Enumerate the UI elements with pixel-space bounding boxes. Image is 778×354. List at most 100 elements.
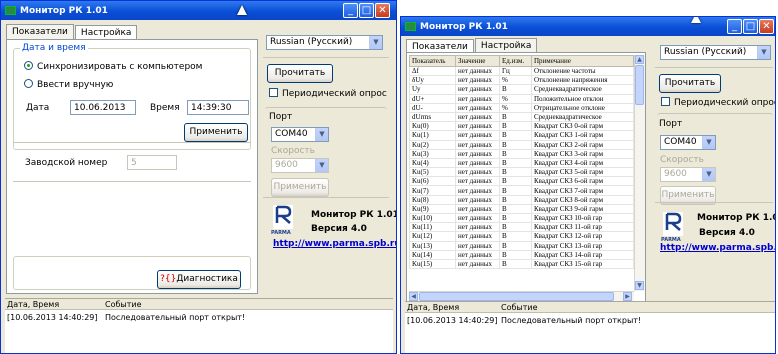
- table-scrollbar[interactable]: ▲ ▼: [634, 55, 645, 291]
- read-button[interactable]: Прочитать: [267, 64, 333, 83]
- table-row[interactable]: Ku(5) нет данных В Квадрат СКЗ 5-ой гарм: [409, 167, 634, 178]
- close-icon[interactable]: ✕: [759, 19, 774, 34]
- time-label: Время: [150, 103, 180, 113]
- event-log: Дата, Время Событие [10.06.2013 14:40:29…: [405, 301, 775, 353]
- table-row[interactable]: δUy нет данных% Отклонение напряжения: [409, 75, 634, 86]
- log-col-time[interactable]: Дата, Время: [7, 300, 59, 309]
- scroll-up-icon[interactable]: ▲: [635, 55, 644, 64]
- chevron-down-icon[interactable]: ▼: [702, 136, 715, 149]
- h-scroll-thumb[interactable]: [419, 292, 614, 301]
- table-cell: Ед.изм.: [499, 55, 532, 67]
- periodic-poll-checkbox[interactable]: Периодический опрос: [269, 88, 387, 99]
- chevron-down-icon[interactable]: ▼: [315, 128, 328, 141]
- maximize-icon[interactable]: □: [743, 19, 758, 34]
- table-row[interactable]: Ku(10) нет данных В Квадрат СКЗ 10-ой гар: [409, 212, 634, 224]
- radio-manual[interactable]: Ввести вручную: [24, 79, 113, 90]
- table-cell: Положительное отклон: [531, 93, 634, 104]
- website-link[interactable]: http://www.parma.spb.ru: [660, 243, 775, 253]
- table-row[interactable]: Ku(8) нет данных В Квадрат СКЗ 8-ой гарм: [409, 194, 634, 205]
- log-col-event[interactable]: Событие: [105, 300, 142, 309]
- table-cell: Ku(13): [409, 240, 456, 251]
- language-select[interactable]: Russian (Русский) ▼: [266, 35, 383, 50]
- time-field[interactable]: 14:39:30: [187, 100, 249, 115]
- close-icon[interactable]: ✕: [375, 3, 390, 18]
- date-field[interactable]: 10.06.2013: [70, 100, 136, 115]
- table-cell: Δf: [409, 65, 456, 77]
- apply-datetime-button[interactable]: Применить: [184, 123, 248, 142]
- table-cell: В: [499, 157, 532, 169]
- table-row[interactable]: Ku(15) нет данных В Квадрат СКЗ 15-ой гар: [409, 258, 634, 270]
- table-cell: В: [499, 194, 532, 205]
- table-row[interactable]: Ku(4) нет данных В Квадрат СКЗ 4-ой гарм: [409, 157, 634, 169]
- table-row[interactable]: Ku(11) нет данных В Квадрат СКЗ 11-ой гар: [409, 222, 634, 233]
- chevron-down-icon[interactable]: ▼: [315, 159, 328, 172]
- table-row[interactable]: Ku(6) нет данных В Квадрат СКЗ 6-ой гарм: [409, 176, 634, 187]
- table-header-row[interactable]: Показатель Значение Ед.изм. Примечание: [409, 55, 634, 67]
- table-cell: нет данных: [455, 111, 500, 123]
- table-row[interactable]: dU-нет данных% Отрицательное отклоне: [409, 102, 634, 113]
- table-row[interactable]: Ku(9) нет данных В Квадрат СКЗ 9-ой гарм: [409, 203, 634, 215]
- table-cell: нет данных: [455, 167, 500, 178]
- horizontal-scrollbar[interactable]: ◀ ▶: [409, 291, 634, 301]
- port-select[interactable]: COM40 ▼: [660, 135, 716, 150]
- periodic-poll-checkbox[interactable]: Периодический опрос: [661, 97, 775, 108]
- radio-checked-icon: [24, 61, 33, 70]
- table-row[interactable]: Ku(14) нет данных В Квадрат СКЗ 14-ой гар: [409, 249, 634, 260]
- left-titlebar[interactable]: Монитор РК 1.01: [1, 1, 396, 20]
- diagnostics-button[interactable]: ?{}Диагностика: [157, 270, 241, 289]
- table-row[interactable]: Uy нет данных В Среднеквадратическое: [409, 84, 634, 95]
- minimize-icon[interactable]: _: [343, 3, 358, 18]
- table-cell: Квадрат СКЗ 14-ой гар: [531, 249, 634, 260]
- table-cell: В: [499, 185, 532, 196]
- speed-select[interactable]: 9600 ▼: [271, 158, 329, 173]
- serial-field[interactable]: 5: [127, 155, 177, 170]
- port-select[interactable]: COM40 ▼: [271, 127, 329, 142]
- table-row[interactable]: dUrms нет данных В Среднеквадратическое: [409, 111, 634, 123]
- scroll-right-icon[interactable]: ▶: [623, 292, 632, 301]
- table-cell: %: [499, 102, 532, 113]
- table-cell: В: [499, 167, 532, 178]
- table-row[interactable]: Ku(3) нет данных В Квадрат СКЗ 3-ой гарм: [409, 148, 634, 159]
- table-row[interactable]: Ku(2) нет данных В Квадрат СКЗ 2-ой гарм: [409, 139, 634, 150]
- log-col-time[interactable]: Дата, Время: [407, 303, 459, 312]
- right-titlebar[interactable]: Монитор РК 1.01: [401, 17, 775, 36]
- log-event: Последовательный порт открыт!: [501, 316, 642, 325]
- window-title: Монитор РК 1.01: [420, 21, 508, 32]
- table-row[interactable]: Δf нет данных Гц Отклонение частоты: [409, 65, 634, 77]
- left-window: Монитор РК 1.01 _ □ ✕ Показатели Настрой…: [0, 0, 397, 354]
- table-cell: dUrms: [409, 111, 456, 123]
- table-row[interactable]: Ku(7) нет данных В Квадрат СКЗ 7-ой гарм: [409, 185, 634, 196]
- maximize-icon[interactable]: □: [359, 3, 374, 18]
- serial-label: Заводской номер: [25, 158, 108, 168]
- table-cell: нет данных: [455, 194, 500, 205]
- log-col-event[interactable]: Событие: [501, 303, 538, 312]
- scroll-down-icon[interactable]: ▼: [635, 281, 644, 290]
- radio-sync[interactable]: Синхронизировать с компьютером: [24, 61, 202, 72]
- website-link[interactable]: http://www.parma.spb.ru: [273, 239, 396, 249]
- language-select[interactable]: Russian (Русский) ▼: [660, 45, 771, 60]
- minimize-icon[interactable]: _: [727, 19, 742, 34]
- table-row[interactable]: Ku(0) нет данных В Квадрат СКЗ 0-ой гарм: [409, 121, 634, 132]
- indicators-panel: Показатель Значение Ед.изм. Примечание Δf нет…: [406, 52, 646, 302]
- indicators-table: Показатель Значение Ед.изм. Примечание Δf нет…: [409, 55, 634, 270]
- chevron-down-icon[interactable]: ▼: [702, 168, 715, 181]
- table-cell: В: [499, 212, 532, 224]
- scroll-thumb[interactable]: [635, 65, 644, 105]
- apply-port-button[interactable]: Применить: [271, 178, 329, 197]
- divider: [655, 67, 773, 68]
- scroll-left-icon[interactable]: ◀: [409, 292, 418, 301]
- table-row[interactable]: Ku(13) нет данных В Квадрат СКЗ 13-ой гар: [409, 240, 634, 251]
- chevron-down-icon[interactable]: ▼: [369, 36, 382, 49]
- table-cell: Квадрат СКЗ 13-ой гар: [531, 240, 634, 251]
- chevron-down-icon[interactable]: ▼: [757, 46, 770, 59]
- table-row[interactable]: dU+ нет данных% Положительное отклон: [409, 93, 634, 104]
- table-cell: Ku(12): [409, 231, 456, 242]
- table-row[interactable]: Ku(12) нет данных В Квадрат СКЗ 12-ой гар: [409, 231, 634, 242]
- table-row[interactable]: Ku(1) нет данных В Квадрат СКЗ 1-ой гарм: [409, 130, 634, 141]
- table-cell: В: [499, 84, 532, 95]
- window-title: Монитор РК 1.01: [20, 5, 108, 16]
- tab-indicators[interactable]: Показатели: [6, 24, 74, 40]
- speed-select[interactable]: 9600 ▼: [660, 167, 716, 182]
- read-button[interactable]: Прочитать: [659, 74, 721, 93]
- table-cell: Ku(11): [409, 222, 456, 233]
